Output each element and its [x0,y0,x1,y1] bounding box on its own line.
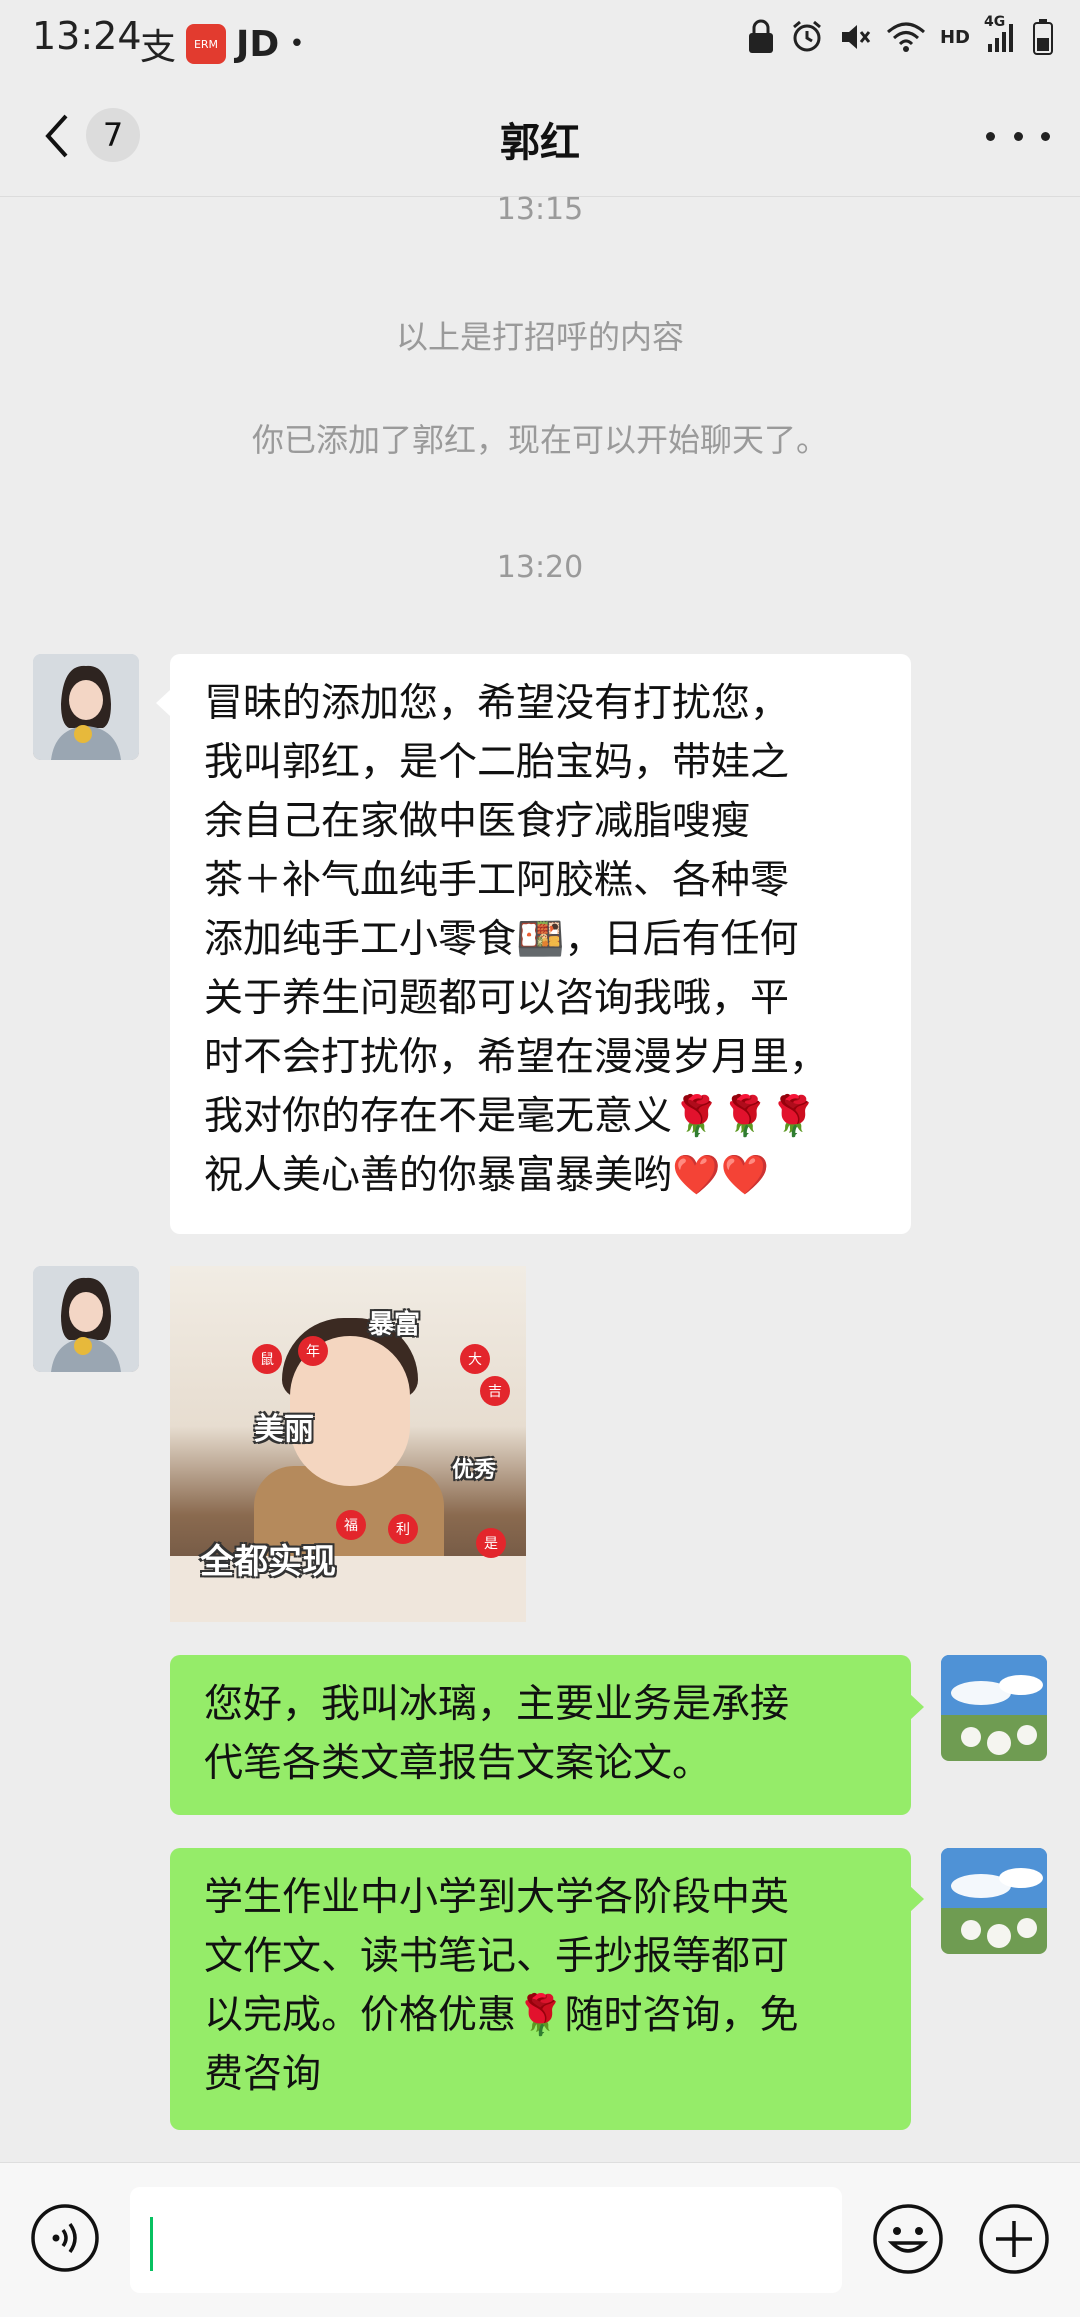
timestamp: 13:15 [496,192,584,227]
outgoing-message-bubble[interactable]: 学生作业中小学到大学各阶段中英 文作文、读书笔记、手抄报等都可 以完成。价格优惠… [170,1848,911,2130]
message-line: 您好，我叫冰璃，主要业务是承接 [204,1682,790,1727]
status-bar: 13:24 支 ERM JD • HD 4G [0,0,1080,80]
lock-icon [746,19,776,55]
my-avatar[interactable] [941,1848,1047,1954]
incoming-message-bubble[interactable]: 冒昧的添加您，希望没有打扰您， 我叫郭红，是个二胎宝妈，带娃之 余自己在家做中医… [170,654,911,1234]
hd-label: HD [939,26,970,48]
sticker-mark: 福 [336,1510,366,1540]
avatar-image [33,1266,139,1372]
message-line: 我对你的存在不是毫无意义🌹🌹🌹 [204,1094,818,1139]
message-line: 关于养生问题都可以咨询我哦，平 [204,976,790,1021]
message-line: 添加纯手工小零食🍱，日后有任何 [204,917,799,962]
jd-icon: JD [236,23,280,65]
more-dots-icon [986,131,995,141]
status-indicators: HD 4G [746,14,1054,56]
sticker-mark: 利 [388,1514,418,1544]
sticker-mark: 大 [460,1344,490,1374]
sticker-caption: 优秀 [452,1458,497,1483]
message-line: 代笔各类文章报告文案论文。 [204,1741,712,1786]
input-bar [0,2162,1080,2317]
mute-icon [838,20,872,54]
system-message: 你已添加了郭红，现在可以开始聊天了。 [251,421,828,459]
network-type: 4G [984,14,1006,30]
message-input[interactable] [130,2187,842,2293]
message-line: 祝人美心善的你暴富暴美哟❤️❤️ [204,1153,770,1198]
message-line: 冒昧的添加您，希望没有打扰您， [204,681,790,726]
wifi-icon [886,20,926,54]
emoji-smile-icon [873,2204,943,2274]
signal-icon: 4G [984,14,1018,54]
message-line: 费咨询 [204,2052,322,2097]
plus-circle-icon [979,2204,1049,2274]
message-line: 我叫郭红，是个二胎宝妈，带娃之 [204,740,790,785]
more-options-button[interactable] [986,116,1050,156]
message-line: 时不会打扰你，希望在漫漫岁月里， [204,1035,829,1080]
status-time: 13:24 [32,14,142,58]
status-app-icons: 支 ERM JD • [140,18,305,70]
message-line: 茶＋补气血纯手工阿胶糕、各种零 [204,858,790,903]
app-notification-icon: ERM [186,24,227,64]
message-line: 余自己在家做中医食疗减脂嗖瘦 [204,799,751,844]
battery-icon [1032,18,1054,56]
my-avatar[interactable] [941,1655,1047,1761]
voice-icon [31,2204,99,2272]
outgoing-message-bubble[interactable]: 您好，我叫冰璃，主要业务是承接 代笔各类文章报告文案论文。 [170,1655,911,1815]
chat-title: 郭红 [500,120,580,166]
emoji-button[interactable] [872,2203,944,2275]
avatar-image [941,1848,1047,1954]
voice-button[interactable] [30,2203,100,2273]
chat-header: 7 郭红 [0,80,1080,197]
avatar-image [941,1655,1047,1761]
sticker-mark: 是 [476,1528,506,1558]
system-message: 以上是打招呼的内容 [395,318,684,356]
sticker-mark: 年 [298,1336,328,1366]
alarm-icon [790,20,824,54]
more-notifications-dot: • [289,29,305,59]
avatar-image [33,654,139,760]
sticker-caption: 暴富 [368,1310,421,1340]
message-line: 以完成。价格优惠🌹随时咨询，免 [204,1993,799,2038]
text-caret [150,2217,153,2271]
sticker-image[interactable]: 暴富 美丽 优秀 全都实现 鼠 年 大 吉 福 利 是 [170,1266,526,1622]
sticker-caption: 全都实现 [200,1542,336,1582]
contact-avatar[interactable] [33,1266,139,1372]
sticker-mark: 吉 [480,1376,510,1406]
alipay-icon: 支 [140,27,177,68]
more-functions-button[interactable] [978,2203,1050,2275]
message-line: 学生作业中小学到大学各阶段中英 [204,1875,790,1920]
message-line: 文作文、读书笔记、手抄报等都可 [204,1934,790,1979]
timestamp: 13:20 [496,550,584,585]
sticker-caption: 美丽 [254,1412,314,1447]
sticker-mark: 鼠 [252,1344,282,1374]
contact-avatar[interactable] [33,654,139,760]
